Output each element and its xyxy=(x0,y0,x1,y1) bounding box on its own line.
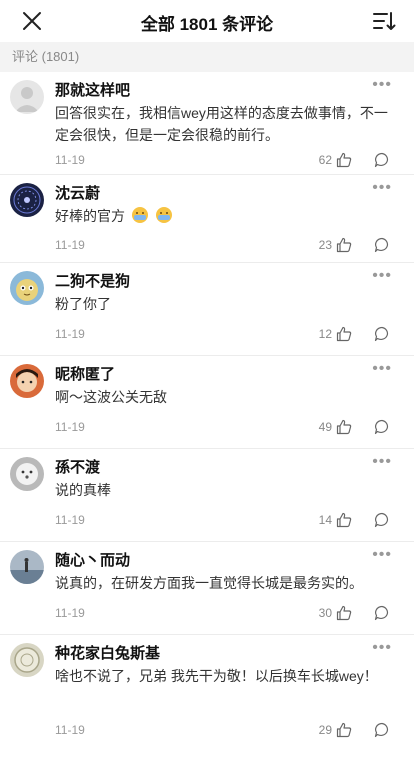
comment-item: 孫不渡 ••• 说的真棒 11-19 14 xyxy=(0,449,414,542)
comment-author[interactable]: 孫不渡 xyxy=(55,456,100,477)
clapping-emoji-icon xyxy=(155,207,172,223)
like-count: 30 xyxy=(318,606,332,620)
page-title: 全部 1801 条评论 xyxy=(140,15,274,34)
like-count: 29 xyxy=(318,723,332,737)
more-options-icon[interactable]: ••• xyxy=(372,547,392,563)
comment-date: 11-19 xyxy=(55,606,85,620)
comment-date: 11-19 xyxy=(55,420,85,434)
thumbs-up-icon xyxy=(336,237,352,253)
comment-date: 11-19 xyxy=(55,153,85,167)
comment-author[interactable]: 随心丶而动 xyxy=(55,549,130,570)
comment-author[interactable]: 昵称匿了 xyxy=(55,363,115,384)
comment-item: 那就这样吧 ••• 回答很实在，我相信wey用这样的态度去做事情，不一定会很快，… xyxy=(0,72,414,175)
comment-meta: 11-19 29 xyxy=(55,720,414,740)
comment-text-row: 好棒的官方 xyxy=(55,205,395,227)
avatar[interactable] xyxy=(10,80,44,114)
comment-meta: 11-19 30 xyxy=(55,603,414,623)
reply-icon[interactable] xyxy=(374,237,390,253)
comment-count-label: 评论 (1801) xyxy=(0,42,414,72)
avatar[interactable] xyxy=(10,457,44,491)
clapping-emoji-icon xyxy=(131,207,148,223)
comment-item: 二狗不是狗 ••• 粉了你了 11-19 12 xyxy=(0,263,414,356)
comment-text: 啊～这波公关无敌 xyxy=(55,389,167,405)
reply-icon[interactable] xyxy=(374,722,390,738)
comment-meta: 11-19 14 xyxy=(55,510,414,530)
like-button[interactable]: 62 xyxy=(319,150,352,170)
comment-date: 11-19 xyxy=(55,723,85,737)
thumbs-up-icon xyxy=(336,326,352,342)
reply-icon[interactable] xyxy=(374,512,390,528)
comment-date: 11-19 xyxy=(55,327,85,341)
like-button[interactable]: 30 xyxy=(319,603,352,623)
thumbs-up-icon xyxy=(336,512,352,528)
comment-item: 随心丶而动 ••• 说真的，在研发方面我一直觉得长城是最务实的。 11-19 3… xyxy=(0,542,414,635)
comment-item: 种花家白兔斯基 ••• 啥也不说了，兄弟 我先干为敬！以后换车长城wey！ 11… xyxy=(0,635,414,750)
like-count: 12 xyxy=(318,327,332,341)
comment-author[interactable]: 种花家白兔斯基 xyxy=(55,642,160,663)
avatar[interactable] xyxy=(10,183,44,217)
comment-text: 啥也不说了，兄弟 我先干为敬！以后换车长城wey！ xyxy=(55,668,378,684)
comment-item: 沈云蔚 ••• 好棒的官方 11-19 23 xyxy=(0,175,414,263)
comment-text: 说真的，在研发方面我一直觉得长城是最务实的。 xyxy=(55,575,363,591)
like-button[interactable]: 23 xyxy=(319,235,352,255)
comment-meta: 11-19 12 xyxy=(55,324,414,344)
top-bar: 全部 1801 条评论 xyxy=(0,0,414,42)
comment-meta: 11-19 49 xyxy=(55,417,414,437)
comment-text: 好棒的官方 xyxy=(55,208,125,224)
comment-list: 那就这样吧 ••• 回答很实在，我相信wey用这样的态度去做事情，不一定会很快，… xyxy=(0,72,414,750)
comment-author[interactable]: 沈云蔚 xyxy=(55,182,100,203)
like-count: 14 xyxy=(318,513,332,527)
thumbs-up-icon xyxy=(336,722,352,738)
reply-icon[interactable] xyxy=(374,605,390,621)
comment-meta: 11-19 62 xyxy=(55,150,414,170)
thumbs-up-icon xyxy=(336,605,352,621)
comment-text: 说的真棒 xyxy=(55,482,111,498)
comment-item: 昵称匿了 ••• 啊～这波公关无敌 11-19 49 xyxy=(0,356,414,449)
more-options-icon[interactable]: ••• xyxy=(372,268,392,284)
avatar[interactable] xyxy=(10,643,44,677)
more-options-icon[interactable]: ••• xyxy=(372,180,392,196)
avatar[interactable] xyxy=(10,271,44,305)
reply-icon[interactable] xyxy=(374,326,390,342)
thumbs-up-icon xyxy=(336,419,352,435)
like-button[interactable]: 12 xyxy=(319,324,352,344)
comment-date: 11-19 xyxy=(55,238,85,252)
like-count: 49 xyxy=(318,420,332,434)
sort-icon[interactable] xyxy=(372,9,396,33)
more-options-icon[interactable]: ••• xyxy=(372,454,392,470)
like-count: 23 xyxy=(318,238,332,252)
like-count: 62 xyxy=(318,153,332,167)
like-button[interactable]: 49 xyxy=(319,417,352,437)
thumbs-up-icon xyxy=(336,152,352,168)
more-options-icon[interactable]: ••• xyxy=(372,361,392,377)
reply-icon[interactable] xyxy=(374,152,390,168)
comment-meta: 11-19 23 xyxy=(55,235,414,255)
comment-text: 粉了你了 xyxy=(55,296,111,312)
like-button[interactable]: 29 xyxy=(319,720,352,740)
comment-author[interactable]: 那就这样吧 xyxy=(55,79,130,100)
comment-author[interactable]: 二狗不是狗 xyxy=(55,270,130,291)
comment-date: 11-19 xyxy=(55,513,85,527)
avatar[interactable] xyxy=(10,550,44,584)
like-button[interactable]: 14 xyxy=(319,510,352,530)
more-options-icon[interactable]: ••• xyxy=(372,77,392,93)
reply-icon[interactable] xyxy=(374,419,390,435)
avatar[interactable] xyxy=(10,364,44,398)
more-options-icon[interactable]: ••• xyxy=(372,640,392,656)
comment-text: 回答很实在，我相信wey用这样的态度去做事情，不一定会很快，但是一定会很稳的前行… xyxy=(55,105,388,143)
